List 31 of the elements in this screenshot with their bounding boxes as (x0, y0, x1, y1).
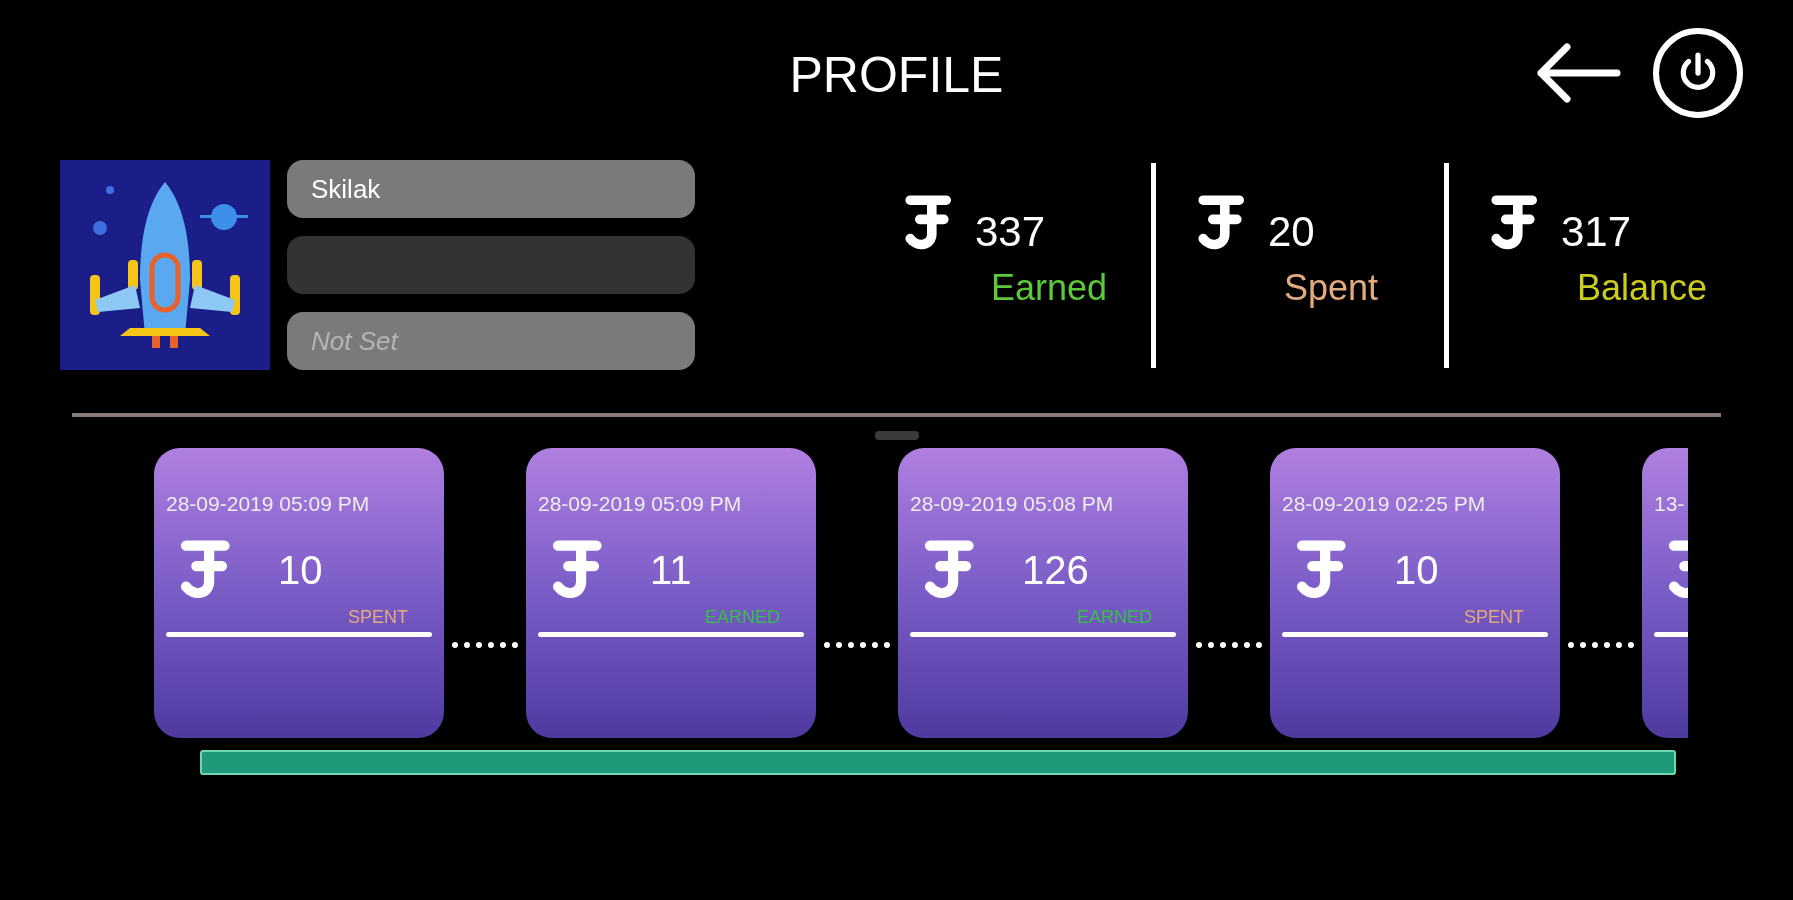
text-field[interactable]: Skilak (287, 160, 695, 218)
transaction-type: EARNED (1077, 605, 1152, 628)
transaction-date: 28-09-2019 02:25 PM (1282, 491, 1486, 517)
scrollbar[interactable] (200, 750, 1676, 775)
transaction-type: SPENT (348, 605, 408, 628)
back-arrow-icon (1535, 43, 1621, 103)
stat-amount: 317 (1561, 211, 1632, 253)
transaction-card[interactable]: 13- (1642, 448, 1688, 738)
stat-label: Spent (1284, 266, 1380, 310)
transaction-date: 28-09-2019 05:08 PM (910, 491, 1114, 517)
transaction-card[interactable]: 28-09-2019 05:09 PM 10 SPENT (154, 448, 444, 738)
power-button[interactable] (1653, 28, 1743, 118)
page-title: PROFILE (789, 45, 1004, 105)
transaction-amount: 10 (278, 546, 323, 594)
transaction-card[interactable]: 28-09-2019 02:25 PM 10 SPENT (1270, 448, 1560, 738)
transaction-amount: 10 (1394, 546, 1439, 594)
text-field[interactable]: Not Set (287, 312, 695, 370)
drag-handle[interactable] (874, 431, 919, 440)
transaction-date: 28-09-2019 05:09 PM (166, 491, 370, 517)
stat-amount: 20 (1268, 211, 1315, 253)
stat-label: Earned (991, 266, 1109, 310)
transaction-card[interactable]: 28-09-2019 05:09 PM 11 EARNED (526, 448, 816, 738)
transaction-date: 28-09-2019 05:09 PM (538, 491, 742, 517)
transaction-card[interactable]: 28-09-2019 05:08 PM 126 EARNED (898, 448, 1188, 738)
transaction-type: SPENT (1464, 605, 1524, 628)
transaction-amount: 126 (1022, 546, 1089, 594)
transaction-amount: 11 (650, 546, 692, 594)
stat-label: Balance (1577, 266, 1709, 310)
stat-amount: 337 (975, 211, 1046, 253)
transaction-type: EARNED (705, 605, 780, 628)
transaction-date: 13- (1654, 491, 1685, 517)
